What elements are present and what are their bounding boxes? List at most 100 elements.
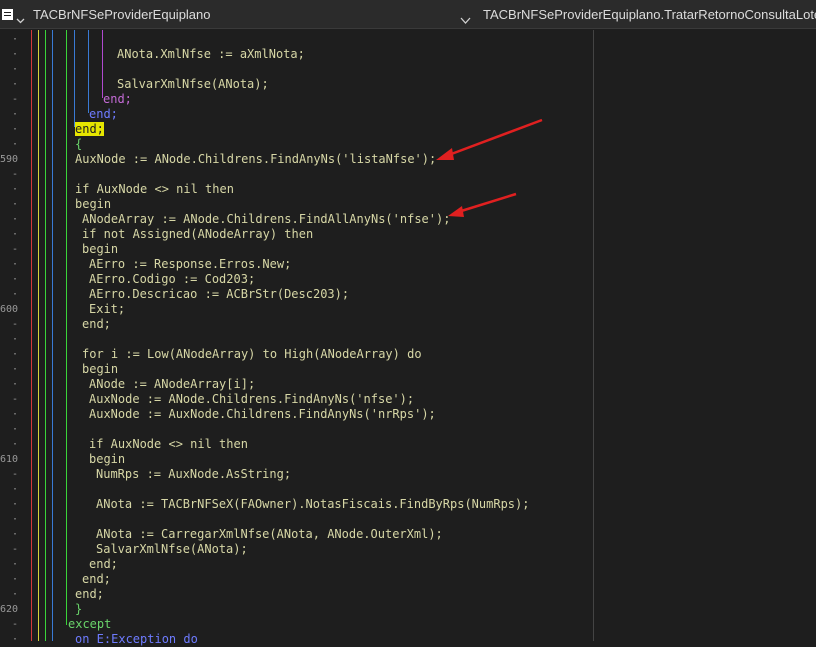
code-line[interactable]: SalvarXmlNfse(ANota); [96,542,248,557]
code-line[interactable]: except [68,617,111,632]
line-marker: - [11,94,18,105]
line-marker: - [11,544,18,555]
line-marker: - [11,319,18,330]
line-marker: · [11,34,18,45]
code-line[interactable]: end; [82,317,111,332]
code-line[interactable]: { [75,137,82,152]
code-text: ANota := TACBrNFSeX(FAOwner).NotasFiscai… [96,497,530,511]
code-line[interactable]: AuxNode := AuxNode.Childrens.FindAnyNs('… [89,407,436,422]
line-marker: · [11,109,18,120]
code-text: begin [82,362,119,376]
method-selector[interactable]: TACBrNFSeProviderEquiplano.TratarRetorno… [483,0,816,29]
right-margin-line [593,30,594,641]
code-line[interactable]: if not Assigned(ANodeArray) then [82,227,313,242]
code-line[interactable]: ANota := CarregarXmlNfse(ANota, ANode.Ou… [96,527,443,542]
code-line[interactable]: } [75,602,82,617]
line-number-gutter: · · · · - · · · 590 - · · · · - · · · 600 - · · · · - · · · 610 - · · · ·… [0,30,20,645]
indent-guide [31,30,32,641]
chevron-down-icon[interactable] [16,10,25,24]
indent-guide [38,30,39,641]
code-line[interactable]: end; [89,557,118,572]
red-arrow-annotation [448,192,517,217]
code-line[interactable]: begin [82,362,118,377]
code-text: AuxNode := AuxNode.Childrens.FindAnyNs('… [89,407,436,421]
code-line[interactable]: end; [75,587,104,602]
code-line[interactable]: if AuxNode <> nil then [75,182,234,197]
line-marker: · [11,409,18,420]
code-text: if AuxNode <> nil then [75,182,234,196]
code-line[interactable]: ANota := TACBrNFSeX(FAOwner).NotasFiscai… [96,497,529,512]
line-marker: · [11,484,18,495]
line-number: 590 [0,154,19,165]
code-text: end; [89,557,118,571]
code-text: Exit; [89,302,126,316]
indent-guide [88,30,89,113]
code-text: AErro := Response.Erros.New; [89,257,292,271]
code-line[interactable]: begin [82,242,118,257]
indent-guide [102,30,103,98]
line-marker: · [11,574,18,585]
code-line[interactable]: ANota.XmlNfse := aXmlNota; [117,47,305,62]
code-text: begin [82,242,119,256]
indent-guide [66,30,67,625]
code-text: begin [75,197,112,211]
line-marker: · [11,214,18,225]
line-marker: · [11,49,18,60]
code-line[interactable]: AErro.Codigo := Cod203; [89,272,255,287]
code-text: ANota := CarregarXmlNfse(ANota, ANode.Ou… [96,527,443,541]
code-text: AuxNode := ANode.Childrens.FindAnyNs('li… [75,152,437,166]
line-marker: · [11,559,18,570]
line-marker: · [11,499,18,510]
line-marker: · [11,64,18,75]
code-line[interactable]: ANodeArray := ANode.Childrens.FindAllAny… [82,212,450,227]
red-arrow-annotation [436,118,543,160]
code-text: SalvarXmlNfse(ANota); [96,542,248,556]
code-line[interactable]: for i := Low(ANodeArray) to High(ANodeAr… [82,347,422,362]
code-line[interactable]: end; [89,107,118,122]
line-marker: · [11,289,18,300]
line-marker: · [11,124,18,135]
line-marker: · [11,139,18,150]
chevron-down-icon[interactable] [460,10,471,24]
code-text: if not Assigned(ANodeArray) then [82,227,314,241]
code-line[interactable]: end; [103,92,132,107]
code-line[interactable]: AErro := Response.Erros.New; [89,257,291,272]
indent-guide [45,30,46,641]
line-marker: · [11,379,18,390]
code-line[interactable]: AuxNode := ANode.Childrens.FindAnyNs('nf… [89,392,414,407]
line-marker: · [11,349,18,360]
code-line[interactable]: NumRps := AuxNode.AsString; [96,467,291,482]
code-text: begin [89,452,126,466]
code-text: AErro.Codigo := Cod203; [89,272,256,286]
code-editor[interactable]: · · · · - · · · 590 - · · · · - · · · 600 - · · · · - · · · 610 - · · · ·… [0,30,816,646]
code-line[interactable]: Exit; [89,302,125,317]
code-line[interactable]: AuxNode := ANode.Childrens.FindAnyNs('li… [75,152,436,167]
line-marker: · [11,514,18,525]
code-line[interactable]: end; [82,572,111,587]
code-text: ANode := ANodeArray[i]; [89,377,256,391]
line-marker: - [11,619,18,630]
line-marker: · [11,79,18,90]
line-marker: - [11,244,18,255]
code-line[interactable]: on E:Exception do [75,632,198,647]
code-line[interactable]: begin [75,197,111,212]
code-line[interactable]: ANode := ANodeArray[i]; [89,377,255,392]
line-marker: · [11,364,18,375]
line-marker: · [11,184,18,195]
line-marker: · [11,424,18,435]
code-text: for i := Low(ANodeArray) to High(ANodeAr… [82,347,422,361]
code-text: SalvarXmlNfse(ANota); [117,77,269,91]
code-line[interactable]: end; [75,122,104,137]
code-text: end; [75,587,104,601]
editor-tab-bar: TACBrNFSeProviderEquiplano TACBrNFSeProv… [0,0,816,29]
line-marker: · [11,589,18,600]
code-line[interactable]: SalvarXmlNfse(ANota); [117,77,269,92]
code-text: end; [103,92,132,106]
code-line[interactable]: begin [89,452,125,467]
line-marker: · [11,529,18,540]
code-line[interactable]: AErro.Descricao := ACBrStr(Desc203); [89,287,349,302]
code-line[interactable]: if AuxNode <> nil then [89,437,248,452]
class-selector[interactable]: TACBrNFSeProviderEquiplano [33,0,211,29]
line-marker: · [11,334,18,345]
code-text: AErro.Descricao := ACBrStr(Desc203); [89,287,350,301]
